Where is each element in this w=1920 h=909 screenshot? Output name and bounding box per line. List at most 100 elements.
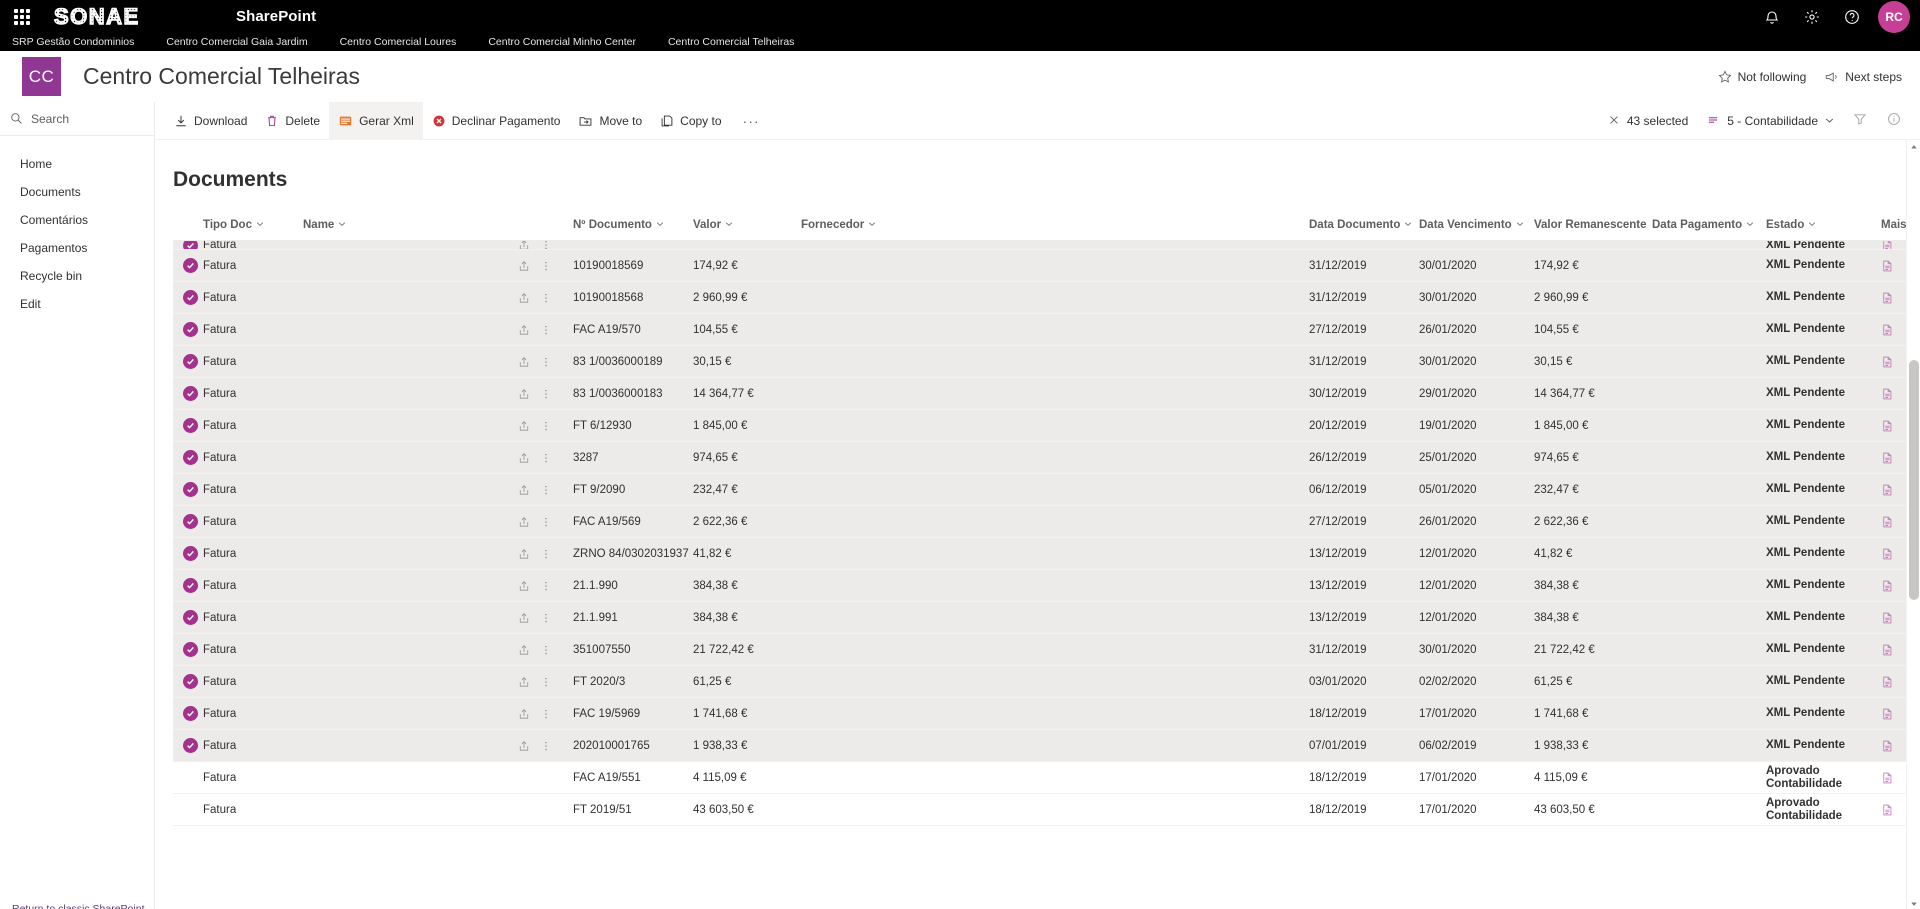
table-row[interactable]: Fatura35100755021 722,42 €31/12/201930/0… xyxy=(173,634,1906,666)
help-icon[interactable] xyxy=(1832,0,1872,33)
hub-link-loures[interactable]: Centro Comercial Loures xyxy=(340,33,471,51)
table-row[interactable]: Fatura83 1/003600018930,15 €31/12/201930… xyxy=(173,346,1906,378)
row-checkbox-checked[interactable] xyxy=(183,738,198,753)
mais-info-document-icon[interactable] xyxy=(1881,675,1894,689)
share-icon[interactable] xyxy=(518,292,530,304)
row-checkbox-checked[interactable] xyxy=(183,706,198,721)
table-row[interactable]: FaturaFAC 19/59691 741,68 €18/12/201917/… xyxy=(173,698,1906,730)
hub-link-minho-center[interactable]: Centro Comercial Minho Center xyxy=(488,33,650,51)
row-checkbox-checked[interactable] xyxy=(183,258,198,273)
row-select-cell[interactable] xyxy=(173,514,203,529)
row-more-actions-icon[interactable] xyxy=(540,292,552,304)
row-more-actions-icon[interactable] xyxy=(540,612,552,624)
share-icon[interactable] xyxy=(518,420,530,432)
vertical-scrollbar[interactable] xyxy=(1906,140,1920,909)
row-select-cell[interactable] xyxy=(173,706,203,721)
row-select-cell[interactable] xyxy=(173,290,203,305)
sidebar-item-pagamentos[interactable]: Pagamentos xyxy=(0,234,154,262)
sidebar-item-documents[interactable]: Documents xyxy=(0,178,154,206)
mais-info-document-icon[interactable] xyxy=(1881,739,1894,753)
mais-info-document-icon[interactable] xyxy=(1881,387,1894,401)
row-select-cell[interactable] xyxy=(173,674,203,689)
table-row[interactable]: FaturaFAC A19/570104,55 €27/12/201926/01… xyxy=(173,314,1906,346)
row-select-cell[interactable] xyxy=(173,386,203,401)
table-row[interactable]: FaturaZRNO 84/030203193741,82 €13/12/201… xyxy=(173,538,1906,570)
row-more-actions-icon[interactable] xyxy=(540,241,552,250)
table-row[interactable]: Fatura101900185682 960,99 €31/12/201930/… xyxy=(173,282,1906,314)
table-row[interactable]: FaturaFT 9/2090232,47 €06/12/201905/01/2… xyxy=(173,474,1906,506)
table-row[interactable]: Fatura83 1/003600018314 364,77 €30/12/20… xyxy=(173,378,1906,410)
copy-to-button[interactable]: Copy to xyxy=(651,102,730,140)
next-steps-button[interactable]: Next steps xyxy=(1824,70,1902,84)
column-header-fornecedor[interactable]: Fornecedor xyxy=(801,219,1309,231)
row-checkbox-checked[interactable] xyxy=(183,642,198,657)
table-row[interactable]: Fatura3287974,65 €26/12/201925/01/202097… xyxy=(173,442,1906,474)
mais-info-document-icon[interactable] xyxy=(1881,291,1894,305)
row-select-cell[interactable] xyxy=(173,418,203,433)
scroll-down-icon[interactable] xyxy=(1907,897,1920,909)
gerar-xml-button[interactable]: Gerar Xml xyxy=(329,102,423,140)
download-button[interactable]: Download xyxy=(165,102,256,140)
share-icon[interactable] xyxy=(518,708,530,720)
column-header-estado[interactable]: Estado xyxy=(1766,219,1881,232)
row-select-cell[interactable] xyxy=(173,258,203,273)
share-icon[interactable] xyxy=(518,516,530,528)
clear-selection-button[interactable]: 43 selected xyxy=(1600,114,1696,129)
user-avatar[interactable]: RC xyxy=(1878,1,1910,33)
row-more-actions-icon[interactable] xyxy=(540,260,552,272)
share-icon[interactable] xyxy=(518,740,530,752)
table-row[interactable]: Fatura21.1.990384,38 €13/12/201912/01/20… xyxy=(173,570,1906,602)
column-header-data-vencimento[interactable]: Data Vencimento xyxy=(1419,219,1534,231)
not-following-button[interactable]: Not following xyxy=(1718,70,1807,84)
hub-link-telheiras[interactable]: Centro Comercial Telheiras xyxy=(668,33,808,51)
filter-button[interactable] xyxy=(1844,105,1876,137)
table-row[interactable]: FaturaFT 2020/361,25 €03/01/202002/02/20… xyxy=(173,666,1906,698)
mais-info-document-icon[interactable] xyxy=(1881,707,1894,721)
share-icon[interactable] xyxy=(518,452,530,464)
row-checkbox-checked[interactable] xyxy=(183,450,198,465)
declinar-pagamento-button[interactable]: Declinar Pagamento xyxy=(423,102,570,140)
row-select-cell[interactable] xyxy=(173,642,203,657)
row-more-actions-icon[interactable] xyxy=(540,708,552,720)
settings-icon[interactable] xyxy=(1792,0,1832,33)
row-select-cell[interactable] xyxy=(173,241,203,250)
vertical-scroll-thumb[interactable] xyxy=(1909,360,1919,600)
row-checkbox-checked[interactable] xyxy=(183,610,198,625)
row-select-cell[interactable] xyxy=(173,578,203,593)
app-launcher-button[interactable] xyxy=(0,0,44,33)
share-icon[interactable] xyxy=(518,676,530,688)
row-more-actions-icon[interactable] xyxy=(540,644,552,656)
row-checkbox-checked[interactable] xyxy=(183,322,198,337)
delete-button[interactable]: Delete xyxy=(256,102,329,140)
details-info-button[interactable] xyxy=(1878,105,1910,137)
share-icon[interactable] xyxy=(518,644,530,656)
row-more-actions-icon[interactable] xyxy=(540,356,552,368)
app-title[interactable]: SharePoint xyxy=(236,8,316,25)
sidebar-item-comentarios[interactable]: Comentários xyxy=(0,206,154,234)
table-row[interactable]: FaturaXML Pendente xyxy=(173,241,1906,250)
mais-info-document-icon[interactable] xyxy=(1881,419,1894,433)
row-more-actions-icon[interactable] xyxy=(540,676,552,688)
mais-info-document-icon[interactable] xyxy=(1881,579,1894,593)
row-select-cell[interactable] xyxy=(173,610,203,625)
row-checkbox-checked[interactable] xyxy=(183,482,198,497)
column-header-valor[interactable]: Valor xyxy=(693,219,801,231)
mais-info-document-icon[interactable] xyxy=(1881,515,1894,529)
row-checkbox-checked[interactable] xyxy=(183,241,198,250)
return-to-classic-sharepoint-link[interactable]: Return to classic SharePoint xyxy=(12,903,144,909)
row-more-actions-icon[interactable] xyxy=(540,388,552,400)
column-header-n-documento[interactable]: Nº Documento xyxy=(573,219,693,231)
table-row[interactable]: Fatura10190018569174,92 €31/12/201930/01… xyxy=(173,250,1906,282)
move-to-button[interactable]: Move to xyxy=(569,102,651,140)
sidebar-item-recycle-bin[interactable]: Recycle bin xyxy=(0,262,154,290)
column-header-name[interactable]: Name xyxy=(303,219,518,231)
row-checkbox-checked[interactable] xyxy=(183,546,198,561)
mais-info-document-icon[interactable] xyxy=(1881,547,1894,561)
column-header-data-documento[interactable]: Data Documento xyxy=(1309,219,1419,231)
share-icon[interactable] xyxy=(518,388,530,400)
column-header-valor-remanescente[interactable]: Valor Remanescente xyxy=(1534,219,1652,231)
notification-icon[interactable] xyxy=(1752,0,1792,33)
row-checkbox-checked[interactable] xyxy=(183,386,198,401)
sonae-logo[interactable]: SONAE xyxy=(52,4,200,30)
row-checkbox-checked[interactable] xyxy=(183,674,198,689)
